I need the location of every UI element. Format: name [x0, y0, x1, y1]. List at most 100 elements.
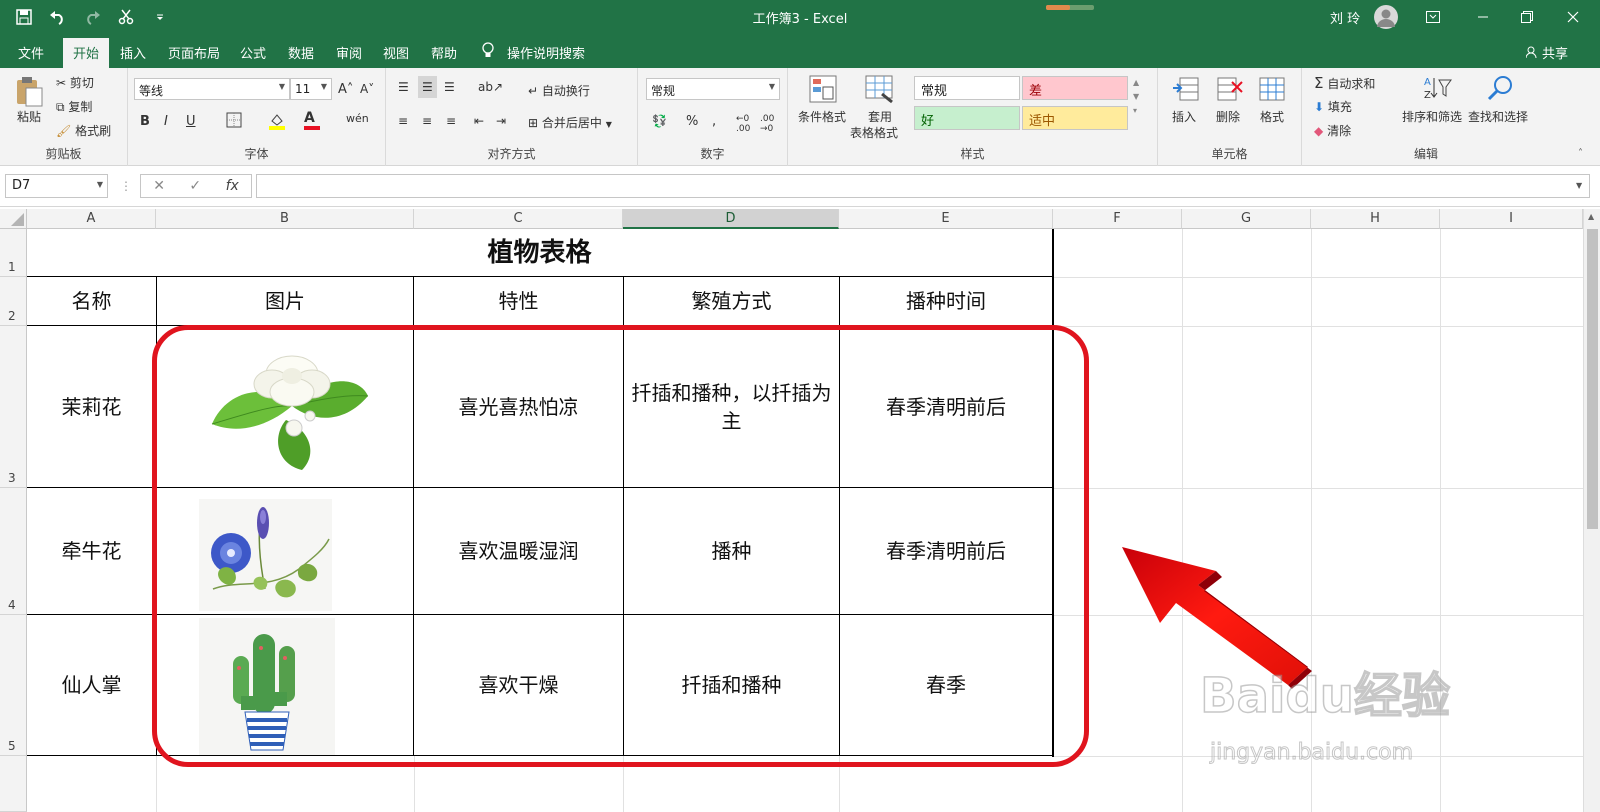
column-header-b[interactable]: B: [156, 209, 414, 229]
decrease-font-icon[interactable]: A˅: [360, 82, 374, 96]
style-normal[interactable]: 常规: [914, 76, 1020, 100]
insert-cells-icon[interactable]: [1172, 76, 1200, 105]
tell-me-search[interactable]: 操作说明搜索: [507, 43, 585, 62]
copy-button[interactable]: ⧉ 复制: [56, 98, 92, 115]
redo-icon[interactable]: [82, 7, 102, 27]
format-table-button-2[interactable]: 表格格式: [850, 124, 898, 141]
style-neutral[interactable]: 适中: [1022, 106, 1128, 130]
row-header-3[interactable]: 3: [0, 326, 27, 488]
phonetic-icon[interactable]: wén: [346, 112, 369, 125]
user-name[interactable]: 刘 玲: [1330, 8, 1360, 27]
format-cells-button[interactable]: 格式: [1260, 108, 1284, 125]
find-select-icon[interactable]: [1486, 74, 1514, 105]
tab-insert[interactable]: 插入: [120, 43, 146, 62]
header-name[interactable]: 名称: [27, 277, 156, 325]
style-bad[interactable]: 差: [1022, 76, 1128, 100]
cell-name[interactable]: 仙人掌: [27, 615, 156, 755]
ribbon-display-icon[interactable]: [1420, 5, 1446, 29]
row-header-5[interactable]: 5: [0, 615, 27, 756]
customize-qat-icon[interactable]: [150, 7, 170, 27]
find-select-button[interactable]: 查找和选择: [1468, 108, 1528, 125]
align-bottom-icon[interactable]: ☰: [444, 80, 455, 94]
header-trait[interactable]: 特性: [414, 277, 623, 325]
row-header-2[interactable]: 2: [0, 277, 27, 326]
tab-page-layout[interactable]: 页面布局: [168, 43, 220, 62]
italic-icon[interactable]: I: [164, 114, 168, 129]
tab-data[interactable]: 数据: [288, 43, 314, 62]
format-table-icon[interactable]: [864, 74, 894, 107]
increase-indent-icon[interactable]: ⇥: [496, 114, 506, 128]
increase-decimal-icon[interactable]: ←0.00: [736, 114, 750, 134]
close-icon[interactable]: [1560, 5, 1586, 29]
percent-icon[interactable]: %: [686, 114, 698, 129]
scroll-thumb[interactable]: [1587, 229, 1598, 529]
underline-icon[interactable]: U: [186, 114, 196, 129]
scroll-up-icon[interactable]: ▲: [1588, 212, 1594, 221]
currency-icon[interactable]: 💱: [652, 114, 667, 128]
style-good[interactable]: 好: [914, 106, 1020, 130]
user-avatar[interactable]: [1374, 5, 1398, 29]
undo-icon[interactable]: [48, 7, 68, 27]
format-cells-icon[interactable]: [1258, 76, 1286, 105]
formula-input[interactable]: [256, 174, 1590, 198]
format-table-button[interactable]: 套用: [868, 108, 892, 125]
styles-scroll-icon[interactable]: ▲ ▼ ▾: [1133, 76, 1139, 118]
column-header-d[interactable]: D: [623, 209, 839, 229]
column-header-h[interactable]: H: [1311, 209, 1440, 229]
borders-icon[interactable]: [226, 112, 242, 131]
align-left-icon[interactable]: ≡: [398, 114, 408, 128]
bold-icon[interactable]: B: [140, 114, 150, 129]
cell-name[interactable]: 牵牛花: [27, 488, 156, 614]
fill-color-icon[interactable]: [268, 112, 286, 133]
delete-cells-icon[interactable]: [1216, 76, 1244, 105]
enter-icon[interactable]: ✓: [189, 178, 201, 194]
column-header-a[interactable]: A: [27, 209, 156, 229]
format-painter-button[interactable]: 🖌 格式刷: [56, 122, 111, 139]
lightbulb-icon[interactable]: [482, 42, 494, 62]
conditional-format-icon[interactable]: [808, 74, 838, 107]
tab-view[interactable]: 视图: [383, 43, 409, 62]
merge-center-button[interactable]: ⊞ 合并后居中 ▼: [528, 114, 612, 131]
align-top-icon[interactable]: ☰: [398, 80, 409, 94]
insert-cells-button[interactable]: 插入: [1172, 108, 1196, 125]
sort-filter-button[interactable]: 排序和筛选: [1402, 108, 1462, 125]
expand-formula-icon[interactable]: ▼: [1576, 181, 1582, 190]
increase-font-icon[interactable]: A˄: [338, 82, 353, 97]
align-middle-icon[interactable]: ☰: [418, 76, 437, 98]
header-image[interactable]: 图片: [157, 277, 413, 325]
column-header-e[interactable]: E: [839, 209, 1053, 229]
font-size-select[interactable]: 11 ▼: [290, 78, 332, 100]
select-all-corner[interactable]: [0, 209, 27, 229]
tab-review[interactable]: 审阅: [336, 43, 362, 62]
decrease-indent-icon[interactable]: ⇤: [474, 114, 484, 128]
insert-function-icon[interactable]: fx: [226, 178, 239, 194]
tab-help[interactable]: 帮助: [431, 43, 457, 62]
row-header-6[interactable]: 6: [0, 756, 27, 812]
conditional-format-button[interactable]: 条件格式: [798, 108, 846, 125]
paste-button[interactable]: 粘贴: [17, 108, 41, 125]
orientation-icon[interactable]: ab↗: [478, 80, 503, 94]
header-propagation[interactable]: 繁殖方式: [624, 277, 839, 325]
save-icon[interactable]: [14, 7, 34, 27]
row-header-4[interactable]: 4: [0, 488, 27, 615]
column-header-c[interactable]: C: [414, 209, 623, 229]
autosum-button[interactable]: Σ 自动求和: [1314, 74, 1375, 92]
sort-filter-icon[interactable]: AZ: [1422, 74, 1452, 105]
cut-icon[interactable]: [116, 7, 136, 27]
fill-button[interactable]: ⬇ 填充: [1314, 98, 1352, 115]
font-name-select[interactable]: 等线 ▼: [134, 78, 290, 100]
paste-icon[interactable]: [14, 76, 44, 111]
font-color-icon[interactable]: A: [304, 110, 320, 130]
minimize-icon[interactable]: [1470, 5, 1496, 29]
column-header-g[interactable]: G: [1182, 209, 1311, 229]
vertical-scrollbar[interactable]: ▲: [1583, 209, 1600, 812]
wrap-text-button[interactable]: ↵ 自动换行: [528, 82, 590, 99]
tab-file[interactable]: 文件: [18, 43, 44, 62]
delete-cells-button[interactable]: 删除: [1216, 108, 1240, 125]
share-button[interactable]: 共享: [1525, 43, 1568, 62]
cancel-icon[interactable]: ✕: [153, 178, 165, 194]
align-right-icon[interactable]: ≡: [446, 114, 456, 128]
collapse-ribbon-icon[interactable]: ˄: [1578, 148, 1583, 159]
number-format-select[interactable]: 常规 ▼: [646, 78, 780, 100]
clear-button[interactable]: ◆ 清除: [1314, 122, 1351, 139]
